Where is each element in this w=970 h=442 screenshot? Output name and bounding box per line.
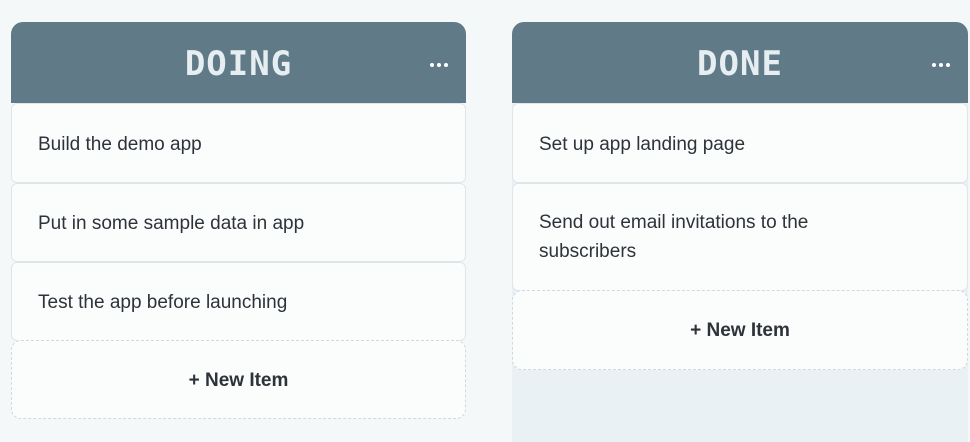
card[interactable]: Set up app landing page [512,103,968,183]
more-horizontal-icon[interactable] [430,52,450,72]
new-item-label: + New Item [690,320,790,341]
card-text: Send out email invitations to the subscr… [539,212,809,262]
card-text: Build the demo app [38,134,202,155]
new-item-label: + New Item [188,370,289,391]
new-item-button[interactable]: + New Item [11,340,466,419]
card[interactable]: Send out email invitations to the subscr… [512,183,968,291]
card[interactable]: Build the demo app [11,103,466,183]
card-text: Set up app landing page [539,134,746,155]
column-header-done: DONE [512,22,968,103]
card[interactable]: Test the app before launching [11,262,466,341]
card-text: Put in some sample data in app [38,213,305,234]
new-item-button[interactable]: + New Item [512,290,968,370]
column-header-doing: DOING [11,22,466,103]
column-doing: DOING Build the demo app Put in some sam… [11,22,466,442]
card[interactable]: Put in some sample data in app [11,183,466,262]
column-done: DONE Set up app landing page Send out em… [512,22,968,442]
more-horizontal-icon[interactable] [932,52,952,72]
card-text: Test the app before launching [38,292,288,313]
column-title: DOING [184,44,293,84]
column-title: DONE [697,44,783,84]
